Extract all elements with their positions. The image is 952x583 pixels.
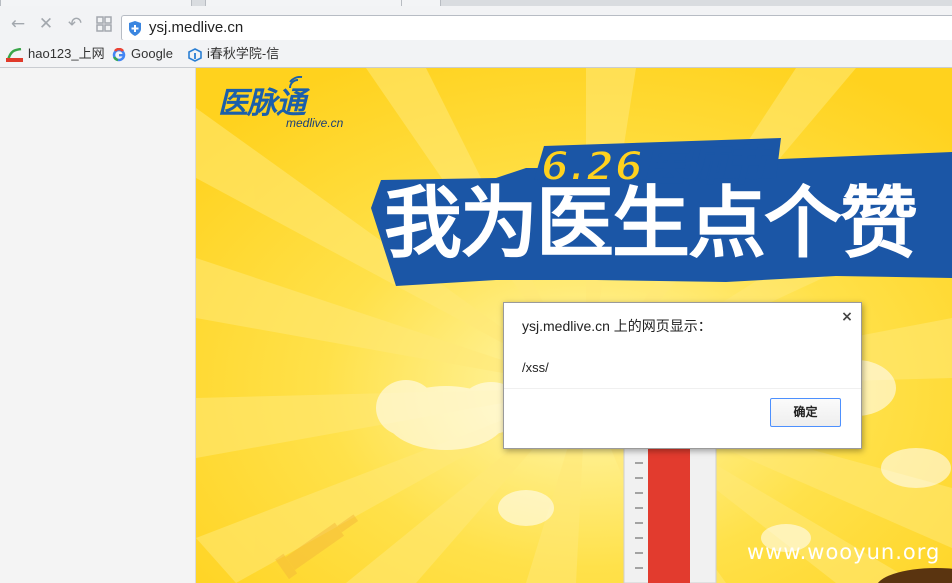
watermark: www.wooyun.org xyxy=(747,540,941,564)
google-icon xyxy=(112,47,126,61)
medlive-logo[interactable]: 医脉通 medlive.cn xyxy=(218,76,343,130)
wifi-signal-icon xyxy=(289,76,303,89)
address-url[interactable]: ysj.medlive.cn xyxy=(149,19,243,36)
page-margin-left xyxy=(0,68,196,583)
undo-icon[interactable]: ↶ xyxy=(65,14,85,34)
back-icon[interactable]: ← xyxy=(8,14,28,34)
address-bar[interactable]: ysj.medlive.cn xyxy=(121,15,952,41)
ok-button[interactable]: 确定 xyxy=(770,398,841,427)
dialog-divider xyxy=(504,388,861,389)
bookmark-ichunqiu[interactable]: i春秋学院-信 xyxy=(188,45,279,63)
hao123-icon xyxy=(6,47,23,62)
ichunqiu-icon xyxy=(188,47,202,62)
bookmarks-bar: hao123_上网 Google i春秋学院-信 xyxy=(0,40,952,68)
close-icon[interactable]: × xyxy=(839,309,855,325)
alert-dialog: ysj.medlive.cn 上的网页显示： × /xss/ 确定 xyxy=(503,302,862,449)
event-headline: 我为医生点个赞 xyxy=(384,179,918,269)
apps-grid-icon[interactable] xyxy=(94,14,114,34)
bookmark-google[interactable]: Google xyxy=(112,45,173,63)
stop-icon[interactable]: ✕ xyxy=(36,14,56,34)
browser-toolbar: ← ✕ ↶ ysj.medlive.cn xyxy=(0,6,952,41)
dialog-message: /xss/ xyxy=(522,360,549,375)
dialog-title: ysj.medlive.cn 上的网页显示： xyxy=(522,318,712,334)
bookmark-hao123[interactable]: hao123_上网 xyxy=(6,45,105,63)
security-shield-icon xyxy=(129,21,141,36)
